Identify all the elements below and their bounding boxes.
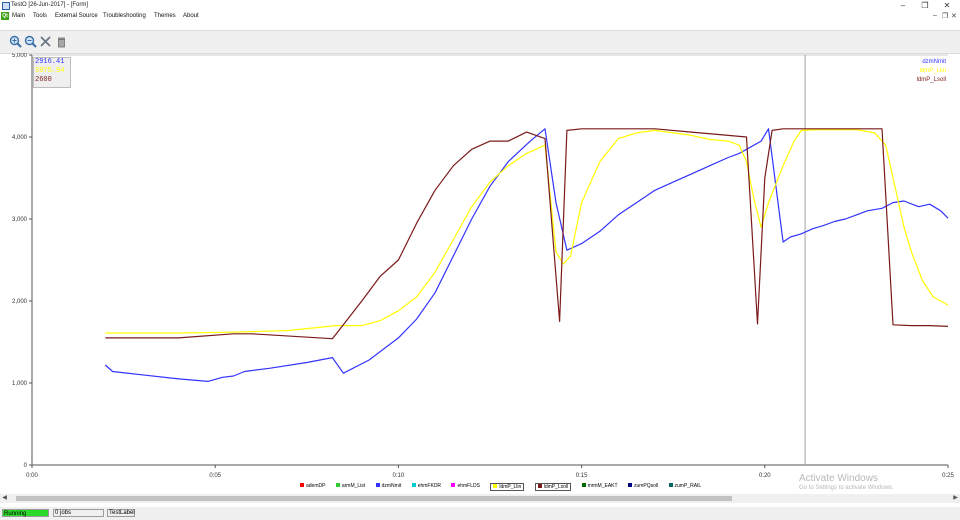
qt-logo-icon: Qt bbox=[1, 12, 9, 20]
channel-swatch bbox=[300, 483, 304, 487]
channel-label: ldmP_Lsoll bbox=[543, 484, 569, 490]
close-button[interactable]: ✕ bbox=[934, 0, 960, 11]
channel-dzmNmit[interactable]: dzmNmit bbox=[375, 483, 402, 489]
x-tick-label: 0:05 bbox=[209, 473, 221, 479]
channel-label: ehmFKDR bbox=[417, 483, 442, 489]
channel-label: ldmP_Llin bbox=[499, 484, 522, 490]
zoom-out-icon bbox=[24, 35, 37, 48]
zoom-in-icon bbox=[9, 35, 22, 48]
activate-windows-watermark: Activate Windows Go to Settings to activ… bbox=[799, 473, 894, 491]
channel-zumP-RAIL[interactable]: zumP_RAIL bbox=[668, 483, 702, 489]
x-tick-label: 0:00 bbox=[26, 473, 38, 479]
y-tick-label: 2,000 bbox=[12, 299, 28, 305]
mdi-close-button[interactable]: ✕ bbox=[951, 12, 957, 20]
zoom-in-button[interactable] bbox=[9, 35, 22, 48]
channel-label: ademDP bbox=[306, 483, 326, 489]
window-title: TestO [26-Jun-2017] - [Form] bbox=[11, 2, 89, 8]
x-tick-label: 0:20 bbox=[759, 473, 771, 479]
readout-dzmNmit: 2916.41 bbox=[35, 58, 65, 66]
channel-label: mrmM_EAKT bbox=[587, 483, 618, 489]
jobs-count: 0 jobs bbox=[53, 509, 104, 517]
channel-zumPQsoll[interactable]: zumPQsoll bbox=[627, 483, 659, 489]
menu-external-source[interactable]: External Source bbox=[55, 13, 98, 19]
channel-swatch bbox=[335, 483, 340, 487]
readout-ldmP-Lsoll: 2600 bbox=[35, 76, 52, 84]
delete-button[interactable] bbox=[55, 35, 68, 48]
menu-themes[interactable]: Themes bbox=[154, 13, 176, 19]
channel-swatch bbox=[411, 483, 416, 487]
channel-swatch bbox=[581, 483, 586, 487]
title-bar: TestO [26-Jun-2017] - [Form] – ❐ ✕ bbox=[0, 0, 960, 11]
menu-about[interactable]: About bbox=[183, 13, 199, 19]
legend-label-ldmP-Lsoll: ldmP_Lsoll bbox=[916, 77, 946, 83]
channel-ldmP-Llin[interactable]: ldmP_Llin bbox=[490, 483, 525, 491]
x-tick-label: 0:15 bbox=[576, 473, 588, 479]
toolbar bbox=[0, 30, 960, 54]
mdi-minimize-button[interactable]: – bbox=[933, 12, 937, 19]
running-indicator: Running bbox=[2, 509, 49, 517]
tools-icon bbox=[40, 36, 51, 47]
y-tick-label: 3,000 bbox=[12, 217, 28, 223]
channel-label: armM_List bbox=[341, 483, 366, 489]
scrollbar-thumb[interactable] bbox=[16, 496, 732, 501]
series-line-dzmnmit bbox=[104, 128, 949, 382]
channel-swatch bbox=[668, 483, 673, 487]
series-layer bbox=[104, 128, 949, 382]
series-legend: dzmNmit ldmP_Llin ldmP_Lsoll bbox=[917, 58, 946, 85]
app-icon bbox=[2, 2, 10, 10]
legend-label-ldmP-Llin: ldmP_Llin bbox=[919, 68, 946, 74]
channel-swatch bbox=[493, 484, 498, 488]
channel-label: ehmFLDS bbox=[457, 483, 480, 489]
channel-swatch bbox=[451, 483, 456, 487]
channel-ldmP-Lsoll[interactable]: ldmP_Lsoll bbox=[534, 483, 572, 491]
menu-troubleshooting[interactable]: Troubleshooting bbox=[103, 13, 146, 19]
channel-ehmFKDR[interactable]: ehmFKDR bbox=[411, 483, 442, 489]
y-tick-label: 1,000 bbox=[12, 381, 28, 387]
trash-icon bbox=[58, 37, 65, 48]
tools-button[interactable] bbox=[39, 35, 52, 48]
watermark-subtitle: Go to Settings to activate Windows. bbox=[799, 485, 894, 491]
menu-bar: Qt Main Tools External Source Troublesho… bbox=[0, 11, 960, 22]
menu-tools[interactable]: Tools bbox=[33, 13, 47, 19]
channel-ehmFLDS[interactable]: ehmFLDS bbox=[451, 483, 480, 489]
y-tick-label: 5,000 bbox=[12, 53, 28, 59]
menu-main[interactable]: Main bbox=[12, 13, 25, 19]
y-tick-label: 0 bbox=[24, 463, 28, 469]
series-line-ldmp-llin bbox=[105, 128, 949, 334]
cursor-readout: 2916.41 3975.94 2600 bbox=[33, 57, 71, 88]
line-chart[interactable]: 0 1,000 2,000 3,000 4,000 5,000 0:00 0:05 0:10 0:… bbox=[0, 53, 960, 493]
channel-swatch bbox=[537, 484, 542, 488]
channel-legend: ademDP armM_List dzmNmit ehmFKDR ehmFLDS… bbox=[300, 483, 710, 492]
channel-label: dzmNmit bbox=[381, 483, 402, 489]
mdi-restore-button[interactable]: ❐ bbox=[942, 12, 948, 20]
zoom-out-button[interactable] bbox=[24, 35, 37, 48]
channel-label: zumPQsoll bbox=[633, 483, 659, 489]
scroll-left-arrow-icon[interactable]: ◀ bbox=[0, 494, 9, 503]
legend-label-dzmNmit: dzmNmit bbox=[922, 59, 946, 65]
channel-ademDP[interactable]: ademDP bbox=[300, 483, 325, 489]
channel-swatch bbox=[375, 483, 380, 487]
status-bar: Running 0 jobs TestLabel bbox=[0, 507, 960, 520]
x-tick-label: 0:10 bbox=[393, 473, 405, 479]
channel-swatch bbox=[627, 483, 632, 487]
channel-armM-List[interactable]: armM_List bbox=[335, 483, 366, 489]
x-tick-label: 0:25 bbox=[942, 473, 954, 479]
channel-mrmM-EAKT[interactable]: mrmM_EAKT bbox=[581, 483, 618, 489]
status-label: TestLabel bbox=[107, 509, 135, 517]
series-line-ldmp-lsoll bbox=[105, 128, 949, 340]
watermark-title: Activate Windows bbox=[799, 473, 878, 484]
horizontal-scrollbar[interactable]: ◀ ▶ bbox=[0, 494, 960, 503]
plot-area[interactable]: 0 1,000 2,000 3,000 4,000 5,000 0:00 0:05 0:10 0:… bbox=[0, 53, 960, 493]
readout-ldmP-Llin: 3975.94 bbox=[35, 67, 65, 75]
y-tick-label: 4,000 bbox=[12, 135, 28, 141]
channel-label: zumP_RAIL bbox=[674, 483, 702, 489]
chart-axes: 0 1,000 2,000 3,000 4,000 5,000 0:00 0:05 0:10 0:… bbox=[12, 53, 955, 479]
scroll-right-arrow-icon[interactable]: ▶ bbox=[951, 494, 960, 503]
